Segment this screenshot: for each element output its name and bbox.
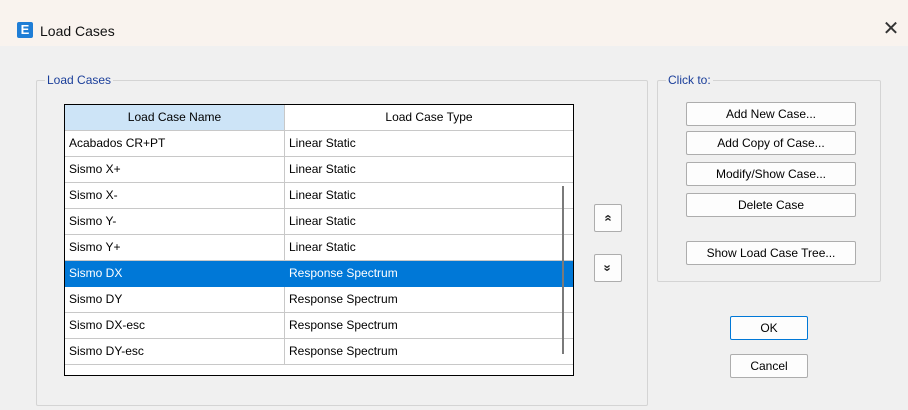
- load-cases-group-label: Load Cases: [45, 73, 114, 87]
- load-case-name-cell: Acabados CR+PT: [65, 131, 285, 157]
- title-bar: E Load Cases ✕: [0, 0, 908, 46]
- etabs-app-icon: E: [17, 22, 33, 38]
- load-case-name-cell: Sismo Y+: [65, 235, 285, 261]
- table-row[interactable]: Sismo Y- Linear Static: [65, 209, 573, 235]
- move-up-button[interactable]: »: [594, 204, 622, 232]
- move-down-button[interactable]: »: [594, 254, 622, 282]
- load-case-type-cell: Response Spectrum: [285, 261, 573, 287]
- table-row[interactable]: Sismo DY-esc Response Spectrum: [65, 339, 573, 365]
- column-header-load-case-type[interactable]: Load Case Type: [285, 105, 573, 131]
- modify-show-case-button[interactable]: Modify/Show Case...: [686, 162, 856, 186]
- load-case-name-cell: Sismo X+: [65, 157, 285, 183]
- load-case-type-cell: Response Spectrum: [285, 287, 573, 313]
- add-copy-of-case-button[interactable]: Add Copy of Case...: [686, 131, 856, 155]
- load-case-type-cell: Linear Static: [285, 131, 573, 157]
- table-row-selected[interactable]: Sismo DX Response Spectrum: [65, 261, 573, 287]
- vertical-scrollbar[interactable]: [562, 186, 564, 354]
- click-to-group-label: Click to:: [666, 73, 713, 87]
- table-header: Load Case Name Load Case Type: [65, 105, 573, 131]
- load-case-name-cell: Sismo DX: [65, 261, 285, 287]
- ok-button[interactable]: OK: [730, 316, 808, 340]
- cancel-button[interactable]: Cancel: [730, 354, 808, 378]
- load-case-name-cell: Sismo Y-: [65, 209, 285, 235]
- show-load-case-tree-button[interactable]: Show Load Case Tree...: [686, 241, 856, 265]
- double-chevron-down-icon: »: [600, 264, 616, 272]
- table-row[interactable]: Acabados CR+PT Linear Static: [65, 131, 573, 157]
- load-case-type-cell: Linear Static: [285, 183, 573, 209]
- load-case-name-cell: Sismo DY: [65, 287, 285, 313]
- load-case-name-cell: Sismo X-: [65, 183, 285, 209]
- table-row[interactable]: Sismo X+ Linear Static: [65, 157, 573, 183]
- double-chevron-up-icon: »: [599, 214, 615, 222]
- table-row[interactable]: Sismo DX-esc Response Spectrum: [65, 313, 573, 339]
- table-row[interactable]: Sismo DY Response Spectrum: [65, 287, 573, 313]
- close-button[interactable]: ✕: [880, 18, 902, 40]
- load-case-type-cell: Response Spectrum: [285, 339, 573, 365]
- add-new-case-button[interactable]: Add New Case...: [686, 102, 856, 126]
- table-row[interactable]: Sismo X- Linear Static: [65, 183, 573, 209]
- load-case-name-cell: Sismo DX-esc: [65, 313, 285, 339]
- load-case-type-cell: Response Spectrum: [285, 313, 573, 339]
- load-case-type-cell: Linear Static: [285, 235, 573, 261]
- window-title: Load Cases: [40, 23, 115, 39]
- column-header-load-case-name[interactable]: Load Case Name: [65, 105, 285, 131]
- table-row[interactable]: Sismo Y+ Linear Static: [65, 235, 573, 261]
- load-case-type-cell: Linear Static: [285, 209, 573, 235]
- load-case-type-cell: Linear Static: [285, 157, 573, 183]
- load-cases-table: Load Case Name Load Case Type Acabados C…: [64, 104, 574, 376]
- load-case-name-cell: Sismo DY-esc: [65, 339, 285, 365]
- delete-case-button[interactable]: Delete Case: [686, 193, 856, 217]
